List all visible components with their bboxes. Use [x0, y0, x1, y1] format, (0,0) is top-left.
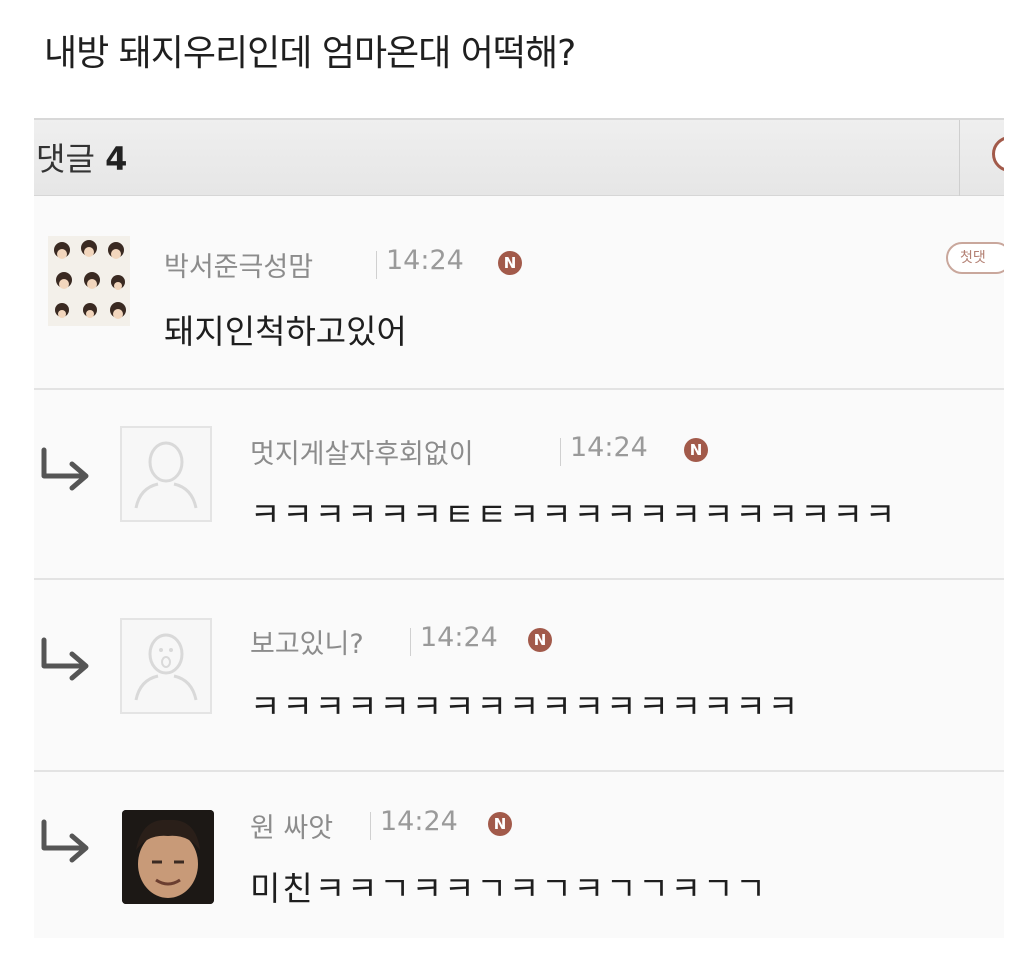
avatar[interactable]	[48, 236, 130, 326]
meta-separator	[370, 812, 371, 840]
avatar[interactable]	[122, 810, 214, 904]
reply-arrow-icon	[41, 637, 89, 681]
comment-time: 14:24	[570, 432, 648, 463]
reply-arrow-icon	[41, 447, 89, 491]
comments-header-label: 댓글 4	[36, 134, 127, 180]
avatar[interactable]	[120, 426, 212, 522]
person-silhouette-icon	[134, 441, 198, 509]
meta-separator	[560, 438, 561, 466]
new-badge-icon: N	[528, 628, 552, 652]
person-silhouette-icon	[134, 633, 198, 701]
comment-item: 보고있니? 14:24 N ㅋㅋㅋㅋㅋㅋㅋㅋㅋㅋㅋㅋㅋㅋㅋㅋㅋ	[34, 580, 1004, 770]
comments-label: 댓글	[36, 140, 95, 178]
comment-author[interactable]: 박서준극성맘	[164, 245, 313, 284]
comment-author[interactable]: 원 싸앗	[250, 806, 333, 845]
refresh-button[interactable]	[992, 136, 1004, 172]
new-badge-icon: N	[498, 251, 522, 275]
post-title: 내방 돼지우리인데 엄마온대 어떡해?	[44, 33, 576, 74]
new-badge-icon: N	[684, 438, 708, 462]
comment-text: 미친ㅋㅋㄱㅋㅋㄱㅋㄱㅋㄱㄱㅋㄱㄱ	[250, 869, 768, 908]
reply-arrow-icon	[41, 819, 89, 863]
comment-item: 원 싸앗 14:24 N 미친ㅋㅋㄱㅋㅋㄱㅋㄱㅋㄱㄱㅋㄱㄱ	[34, 772, 1004, 938]
comment-item: 박서준극성맘 14:24 N 돼지인척하고있어 첫댓	[34, 198, 1004, 388]
first-comment-badge: 첫댓	[946, 242, 1004, 274]
avatar-sticker-icon	[54, 240, 126, 319]
header-divider	[959, 120, 960, 196]
comment-time: 14:24	[380, 806, 458, 837]
meta-separator	[376, 251, 377, 279]
comment-text: ㅋㅋㅋㅋㅋㅋㅌㅌㅋㅋㅋㅋㅋㅋㅋㅋㅋㅋㅋㅋ	[250, 495, 898, 534]
meta-separator	[410, 628, 411, 656]
comment-text: 돼지인척하고있어	[164, 312, 407, 351]
avatar[interactable]	[120, 618, 212, 714]
avatar-photo-icon	[122, 810, 214, 904]
new-badge-icon: N	[488, 812, 512, 836]
comments-header: 댓글 4	[34, 118, 1004, 196]
comment-author[interactable]: 멋지게살자후회없이	[250, 432, 474, 471]
comments-count: 4	[105, 140, 128, 178]
comment-time: 14:24	[386, 245, 464, 276]
comment-item: 멋지게살자후회없이 14:24 N ㅋㅋㅋㅋㅋㅋㅌㅌㅋㅋㅋㅋㅋㅋㅋㅋㅋㅋㅋㅋ	[34, 390, 1004, 578]
comment-time: 14:24	[420, 622, 498, 653]
comment-author[interactable]: 보고있니?	[250, 622, 364, 661]
comment-text: ㅋㅋㅋㅋㅋㅋㅋㅋㅋㅋㅋㅋㅋㅋㅋㅋㅋ	[250, 687, 801, 726]
comments-panel: 댓글 4 박서준극성맘 14:24 N 돼지인척하고있어 첫댓 멋지게살자후회없…	[34, 118, 1004, 938]
